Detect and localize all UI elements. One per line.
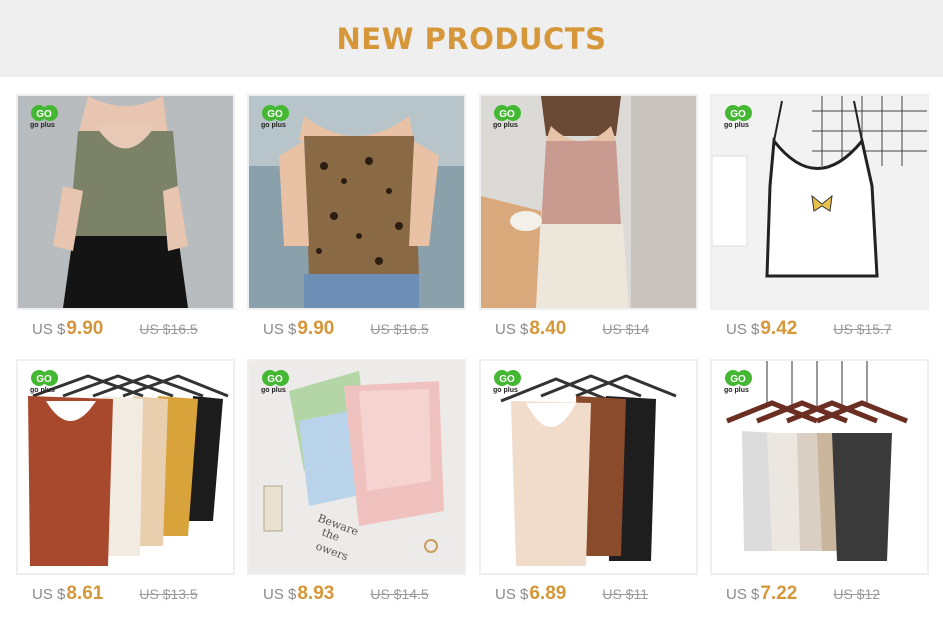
- original-price: US $12: [833, 586, 881, 602]
- logo-subtext: go plus: [724, 387, 749, 394]
- sale-price: 9.90: [66, 318, 104, 339]
- price-row: US $ 9.90 US $16.5: [16, 318, 235, 346]
- logo-subtext: go plus: [30, 387, 55, 394]
- product-image[interactable]: GO go plus: [710, 94, 929, 310]
- goplus-logo: GO go plus: [493, 369, 523, 397]
- price-row: US $ 8.61 US $13.5: [16, 583, 235, 611]
- logo-subtext: go plus: [493, 122, 518, 129]
- currency-label: US $: [726, 321, 760, 338]
- price-row: US $ 7.22 US $12: [710, 583, 929, 611]
- currency-label: US $: [726, 586, 760, 603]
- original-price: US $14: [602, 321, 650, 337]
- original-price: US $13.5: [139, 586, 198, 602]
- goplus-logo: GO go plus: [30, 104, 60, 132]
- price-row: US $ 8.93 US $14.5: [247, 583, 466, 611]
- product-card[interactable]: GO go plus US $ 7.22 US $12: [710, 359, 929, 604]
- product-image[interactable]: Beware the owers GO go plus: [247, 359, 466, 575]
- sale-price: 8.40: [529, 318, 567, 339]
- goplus-logo: GO go plus: [724, 104, 754, 132]
- currency-label: US $: [263, 586, 297, 603]
- price-row: US $ 9.90 US $16.5: [247, 318, 466, 346]
- currency-label: US $: [32, 321, 66, 338]
- sale-price: 8.93: [297, 583, 335, 604]
- logo-subtext: go plus: [30, 122, 55, 129]
- logo-subtext: go plus: [493, 387, 518, 394]
- product-image[interactable]: GO go plus: [479, 359, 698, 575]
- sale-price: 6.89: [529, 583, 567, 604]
- currency-label: US $: [495, 321, 529, 338]
- product-card[interactable]: GO go plus US $ 9.90 US $16.5: [16, 94, 235, 339]
- svg-text:GO: GO: [499, 109, 515, 120]
- price-row: US $ 6.89 US $11: [479, 583, 698, 611]
- original-price: US $16.5: [370, 321, 429, 337]
- product-card[interactable]: GO go plus US $ 9.90 US $16.5: [247, 94, 466, 339]
- price-row: US $ 9.42 US $15.7: [710, 318, 929, 346]
- goplus-logo: GO go plus: [30, 369, 60, 397]
- svg-text:GO: GO: [36, 109, 52, 120]
- product-image[interactable]: GO go plus: [247, 94, 466, 310]
- svg-text:GO: GO: [730, 374, 746, 385]
- logo-subtext: go plus: [261, 122, 286, 129]
- original-price: US $11: [602, 586, 649, 602]
- product-card[interactable]: Beware the owers GO go plus US $ 8.93 US…: [247, 359, 466, 604]
- goplus-logo: GO go plus: [724, 369, 754, 397]
- product-card[interactable]: GO go plus US $ 6.89 US $11: [479, 359, 698, 604]
- goplus-logo: GO go plus: [261, 369, 291, 397]
- goplus-logo: GO go plus: [261, 104, 291, 132]
- product-image[interactable]: GO go plus: [710, 359, 929, 575]
- product-image[interactable]: GO go plus: [479, 94, 698, 310]
- svg-text:GO: GO: [499, 374, 515, 385]
- svg-text:GO: GO: [730, 109, 746, 120]
- price-row: US $ 8.40 US $14: [479, 318, 698, 346]
- sale-price: 9.90: [297, 318, 335, 339]
- goplus-logo: GO go plus: [493, 104, 523, 132]
- currency-label: US $: [32, 586, 66, 603]
- product-image[interactable]: GO go plus: [16, 94, 235, 310]
- currency-label: US $: [263, 321, 297, 338]
- svg-text:GO: GO: [267, 109, 283, 120]
- product-card[interactable]: GO go plus US $ 9.42 US $15.7: [710, 94, 929, 339]
- original-price: US $16.5: [139, 321, 198, 337]
- svg-text:GO: GO: [36, 374, 52, 385]
- sale-price: 7.22: [760, 583, 798, 604]
- currency-label: US $: [495, 586, 529, 603]
- original-price: US $14.5: [370, 586, 429, 602]
- logo-subtext: go plus: [724, 122, 749, 129]
- svg-text:GO: GO: [267, 374, 283, 385]
- product-image[interactable]: GO go plus: [16, 359, 235, 575]
- product-card[interactable]: GO go plus US $ 8.61 US $13.5: [16, 359, 235, 604]
- section-header: NEW PRODUCTS: [0, 0, 943, 77]
- original-price: US $15.7: [833, 321, 892, 337]
- sale-price: 9.42: [760, 318, 798, 339]
- product-card[interactable]: GO go plus US $ 8.40 US $14: [479, 94, 698, 339]
- logo-subtext: go plus: [261, 387, 286, 394]
- sale-price: 8.61: [66, 583, 104, 604]
- section-title: NEW PRODUCTS: [336, 21, 607, 56]
